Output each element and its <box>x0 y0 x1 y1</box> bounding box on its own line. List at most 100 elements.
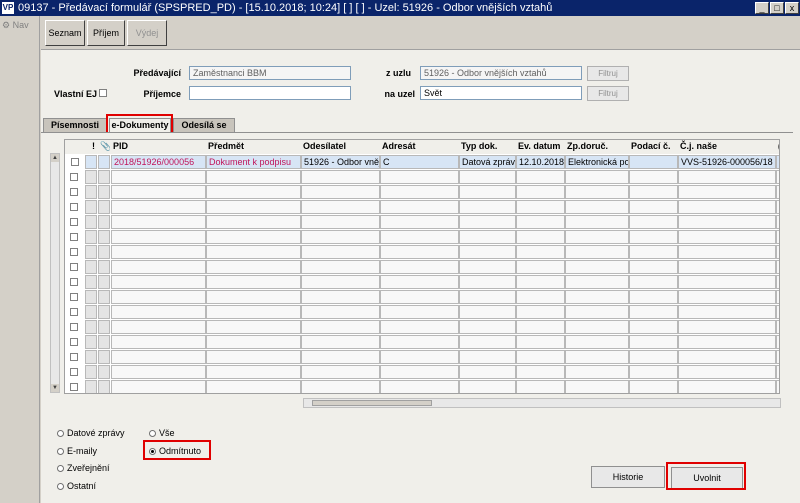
empty-cell[interactable] <box>776 200 779 214</box>
empty-cell[interactable] <box>678 290 776 304</box>
empty-cell[interactable] <box>98 170 110 184</box>
filter-ostatni-radio[interactable] <box>57 483 64 490</box>
empty-cell[interactable] <box>111 245 206 259</box>
empty-cell[interactable] <box>565 365 629 379</box>
empty-cell[interactable] <box>301 215 380 229</box>
empty-cell[interactable] <box>565 230 629 244</box>
row-checkbox[interactable] <box>70 308 78 316</box>
row-checkbox[interactable] <box>70 278 78 286</box>
empty-cell[interactable] <box>98 380 110 393</box>
empty-cell[interactable] <box>206 350 301 364</box>
uvolnit-button[interactable]: Uvolnit <box>671 467 743 489</box>
empty-cell[interactable] <box>111 365 206 379</box>
empty-cell[interactable] <box>565 260 629 274</box>
empty-cell[interactable] <box>301 185 380 199</box>
empty-cell[interactable] <box>380 275 459 289</box>
empty-cell[interactable] <box>459 230 516 244</box>
empty-cell[interactable] <box>516 260 565 274</box>
empty-cell[interactable] <box>111 200 206 214</box>
row-checkbox[interactable] <box>70 218 78 226</box>
empty-cell[interactable] <box>776 320 779 334</box>
empty-cell[interactable] <box>380 230 459 244</box>
empty-cell[interactable] <box>629 170 678 184</box>
table-row[interactable] <box>65 245 779 260</box>
table-row[interactable] <box>65 320 779 335</box>
empty-cell[interactable] <box>776 260 779 274</box>
empty-cell[interactable] <box>516 350 565 364</box>
empty-cell[interactable] <box>516 185 565 199</box>
empty-cell[interactable] <box>98 185 110 199</box>
odesilatel-cell[interactable]: 51926 - Odbor vněj <box>301 155 380 169</box>
empty-cell[interactable] <box>206 215 301 229</box>
empty-cell[interactable] <box>380 290 459 304</box>
filter-odmitnuto-radio[interactable] <box>149 448 156 455</box>
empty-cell[interactable] <box>301 230 380 244</box>
empty-cell[interactable] <box>301 335 380 349</box>
filtruj-na-uzel-button[interactable]: Filtruj <box>587 86 629 101</box>
empty-cell[interactable] <box>380 350 459 364</box>
empty-cell[interactable] <box>301 305 380 319</box>
empty-cell[interactable] <box>111 185 206 199</box>
typ-dok-cell[interactable]: Datová zpráva <box>459 155 516 169</box>
empty-cell[interactable] <box>678 185 776 199</box>
empty-cell[interactable] <box>516 215 565 229</box>
cj-nase-cell[interactable]: VVS-51926-000056/18 <box>678 155 776 169</box>
empty-cell[interactable] <box>111 290 206 304</box>
empty-cell[interactable] <box>629 305 678 319</box>
maximize-button[interactable]: □ <box>770 2 784 14</box>
empty-cell[interactable] <box>516 200 565 214</box>
na-uzel-field[interactable]: Svět <box>420 86 582 100</box>
empty-cell[interactable] <box>565 380 629 393</box>
filtruj-z-uzlu-button[interactable]: Filtruj <box>587 66 629 81</box>
empty-cell[interactable] <box>565 320 629 334</box>
header-pid[interactable]: PID <box>111 140 205 154</box>
table-row[interactable] <box>65 230 779 245</box>
empty-cell[interactable] <box>380 185 459 199</box>
empty-cell[interactable] <box>85 350 97 364</box>
header-cj-nase[interactable]: Č.j. naše <box>678 140 775 154</box>
empty-cell[interactable] <box>516 380 565 393</box>
empty-cell[interactable] <box>678 215 776 229</box>
empty-cell[interactable] <box>629 380 678 393</box>
empty-cell[interactable] <box>206 320 301 334</box>
empty-cell[interactable] <box>380 380 459 393</box>
empty-cell[interactable] <box>459 305 516 319</box>
vydej-button[interactable]: Výdej <box>127 20 167 46</box>
empty-cell[interactable] <box>678 335 776 349</box>
row-checkbox[interactable] <box>70 383 78 391</box>
empty-cell[interactable] <box>301 170 380 184</box>
empty-cell[interactable] <box>111 380 206 393</box>
empty-cell[interactable] <box>380 320 459 334</box>
empty-cell[interactable] <box>111 215 206 229</box>
empty-cell[interactable] <box>678 305 776 319</box>
row-checkbox[interactable] <box>70 173 78 181</box>
empty-cell[interactable] <box>98 290 110 304</box>
empty-cell[interactable] <box>776 335 779 349</box>
empty-cell[interactable] <box>459 245 516 259</box>
z-uzlu-field[interactable]: 51926 - Odbor vnějších vztahů <box>420 66 582 80</box>
empty-cell[interactable] <box>776 290 779 304</box>
empty-cell[interactable] <box>678 275 776 289</box>
empty-cell[interactable] <box>678 350 776 364</box>
empty-cell[interactable] <box>85 335 97 349</box>
empty-cell[interactable] <box>380 215 459 229</box>
empty-cell[interactable] <box>206 245 301 259</box>
empty-cell[interactable] <box>516 305 565 319</box>
empty-cell[interactable] <box>459 365 516 379</box>
empty-cell[interactable] <box>629 335 678 349</box>
empty-cell[interactable] <box>516 290 565 304</box>
empty-cell[interactable] <box>98 215 110 229</box>
empty-cell[interactable] <box>380 305 459 319</box>
table-row[interactable] <box>65 185 779 200</box>
empty-cell[interactable] <box>98 305 110 319</box>
empty-cell[interactable] <box>85 380 97 393</box>
zp-doruc-cell[interactable]: Elektronická poš <box>565 155 629 169</box>
empty-cell[interactable] <box>301 380 380 393</box>
empty-cell[interactable] <box>111 335 206 349</box>
empty-cell[interactable] <box>565 245 629 259</box>
empty-cell[interactable] <box>380 260 459 274</box>
header-podaci-c[interactable]: Podací č. <box>629 140 677 154</box>
nav-toggle[interactable]: ⚙ Nav <box>2 20 29 31</box>
row-checkbox[interactable] <box>70 263 78 271</box>
empty-cell[interactable] <box>380 200 459 214</box>
